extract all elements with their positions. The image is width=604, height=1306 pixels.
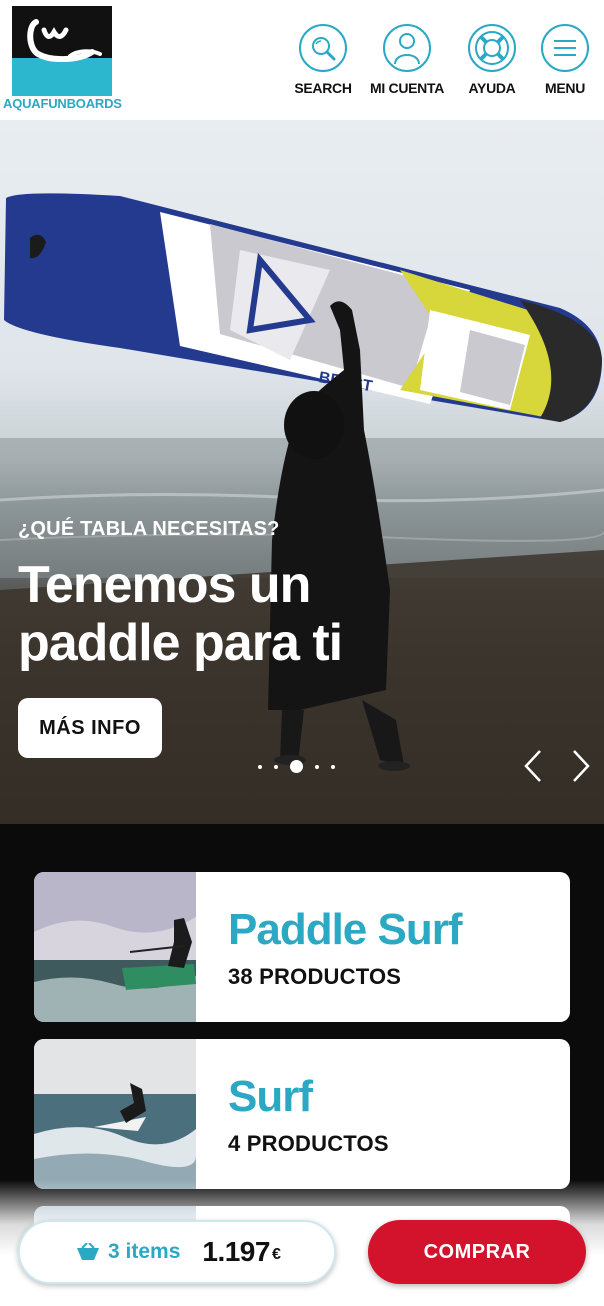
hero-slider[interactable]: BEAST ¿QUÉ TABLA NECESITAS? Tenemos un p…: [0, 120, 604, 824]
category-count: 4 PRODUCTOS: [228, 1131, 389, 1156]
brand-name[interactable]: AQUAFUNBOARDS: [3, 96, 122, 111]
more-info-button[interactable]: MÁS INFO: [18, 698, 162, 758]
slider-dot-active[interactable]: [290, 760, 303, 773]
logo-mark-icon: [27, 19, 102, 62]
prev-arrow-icon[interactable]: [518, 748, 548, 784]
nav-help-label: AYUDA: [468, 80, 516, 96]
next-arrow-icon[interactable]: [566, 748, 596, 784]
search-icon[interactable]: [299, 24, 347, 72]
cart-total-price: 1.197: [202, 1236, 270, 1267]
user-icon[interactable]: [383, 24, 431, 72]
category-card-surf[interactable]: Surf 4 PRODUCTOS: [34, 1039, 570, 1189]
cart-currency: €: [271, 1246, 281, 1263]
cart-items-count: 3 items: [108, 1240, 181, 1263]
buy-button[interactable]: COMPRAR: [368, 1220, 586, 1284]
hamburger-menu-icon[interactable]: [541, 24, 589, 72]
slider-dot[interactable]: [315, 764, 319, 769]
slider-dot[interactable]: [331, 764, 335, 769]
brand-logo[interactable]: [8, 6, 114, 96]
category-title[interactable]: Paddle Surf: [228, 904, 462, 956]
cart-summary[interactable]: 3 items 1.197 €: [18, 1220, 336, 1284]
nav-help[interactable]: AYUDA: [452, 24, 532, 96]
slider-dot[interactable]: [258, 764, 262, 769]
category-text: Paddle Surf 38 PRODUCTOS: [196, 872, 462, 1022]
nav-menu-label: MENU: [544, 80, 586, 96]
site-header: AQUAFUNBOARDS SEARCH MI CUENTA AYUDA MEN…: [0, 0, 604, 120]
slider-dot[interactable]: [274, 764, 278, 769]
category-text: Surf 4 PRODUCTOS: [196, 1039, 389, 1189]
category-count: 38 PRODUCTOS: [228, 964, 402, 989]
hero-kicker: ¿QUÉ TABLA NECESITAS?: [18, 518, 280, 540]
nav-menu[interactable]: MENU: [525, 24, 604, 96]
basket-icon: [77, 1243, 99, 1260]
lifebuoy-icon[interactable]: [468, 24, 516, 72]
nav-search[interactable]: SEARCH: [283, 24, 363, 96]
category-card-paddle-surf[interactable]: Paddle Surf 38 PRODUCTOS: [34, 872, 570, 1022]
category-image: [34, 872, 196, 1022]
category-image: [34, 1039, 196, 1189]
logo-blue-block: [12, 58, 112, 96]
category-title[interactable]: Surf: [228, 1071, 389, 1123]
nav-account-label: MI CUENTA: [369, 80, 445, 96]
slider-dots: [258, 760, 335, 773]
hero-headline: Tenemos un paddle para ti: [18, 556, 343, 672]
nav-account[interactable]: MI CUENTA: [367, 24, 447, 96]
nav-search-label: SEARCH: [294, 80, 352, 96]
